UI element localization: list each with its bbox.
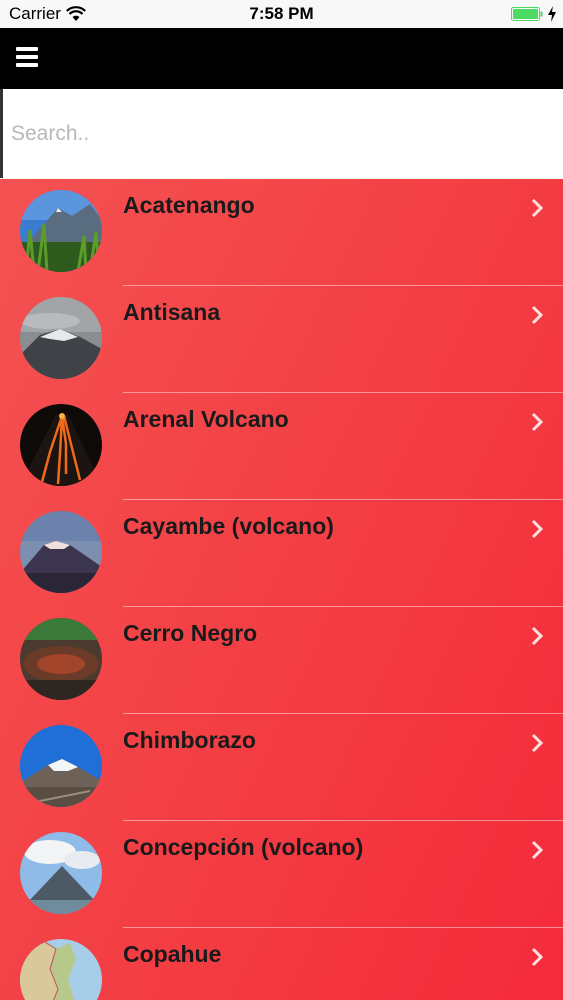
volcano-thumbnail <box>20 511 102 593</box>
chevron-right-icon <box>531 305 543 325</box>
hamburger-menu-icon[interactable] <box>16 47 38 67</box>
volcano-name: Chimborazo <box>123 727 256 753</box>
volcano-name: Antisana <box>123 299 221 325</box>
volcano-row-cerro-negro[interactable]: Cerro Negro <box>0 607 563 714</box>
search-input[interactable] <box>9 109 553 159</box>
volcano-name: Cerro Negro <box>123 620 258 646</box>
volcano-name: Concepción (volcano) <box>123 834 364 860</box>
volcano-row-concepcion[interactable]: Concepción (volcano) <box>0 821 563 928</box>
volcano-list: Acatenango Antisana Arenal Volcano Cayam… <box>0 179 563 1000</box>
volcano-name: Acatenango <box>123 192 255 218</box>
volcano-row-arenal[interactable]: Arenal Volcano <box>0 393 563 500</box>
volcano-row-copahue[interactable]: Copahue <box>0 928 563 1000</box>
charging-bolt-icon <box>548 6 556 22</box>
volcano-row-acatenango[interactable]: Acatenango <box>0 179 563 286</box>
chevron-right-icon <box>531 412 543 432</box>
chevron-right-icon <box>531 947 543 967</box>
volcano-name: Copahue <box>123 941 222 967</box>
nav-bar <box>0 28 563 89</box>
battery-icon <box>511 7 543 21</box>
volcano-row-chimborazo[interactable]: Chimborazo <box>0 714 563 821</box>
chevron-right-icon <box>531 198 543 218</box>
volcano-thumbnail <box>20 939 102 1000</box>
volcano-name: Arenal Volcano <box>123 406 289 432</box>
status-bar: Carrier 7:58 PM <box>0 0 563 28</box>
volcano-row-cayambe[interactable]: Cayambe (volcano) <box>0 500 563 607</box>
volcano-row-antisana[interactable]: Antisana <box>0 286 563 393</box>
chevron-right-icon <box>531 840 543 860</box>
search-bar <box>0 89 563 178</box>
volcano-thumbnail <box>20 190 102 272</box>
chevron-right-icon <box>531 519 543 539</box>
volcano-thumbnail <box>20 832 102 914</box>
chevron-right-icon <box>531 733 543 753</box>
clock-time: 7:58 PM <box>249 4 314 23</box>
volcano-thumbnail <box>20 618 102 700</box>
volcano-thumbnail <box>20 725 102 807</box>
volcano-thumbnail <box>20 404 102 486</box>
volcano-name: Cayambe (volcano) <box>123 513 334 539</box>
chevron-right-icon <box>531 626 543 646</box>
volcano-thumbnail <box>20 297 102 379</box>
